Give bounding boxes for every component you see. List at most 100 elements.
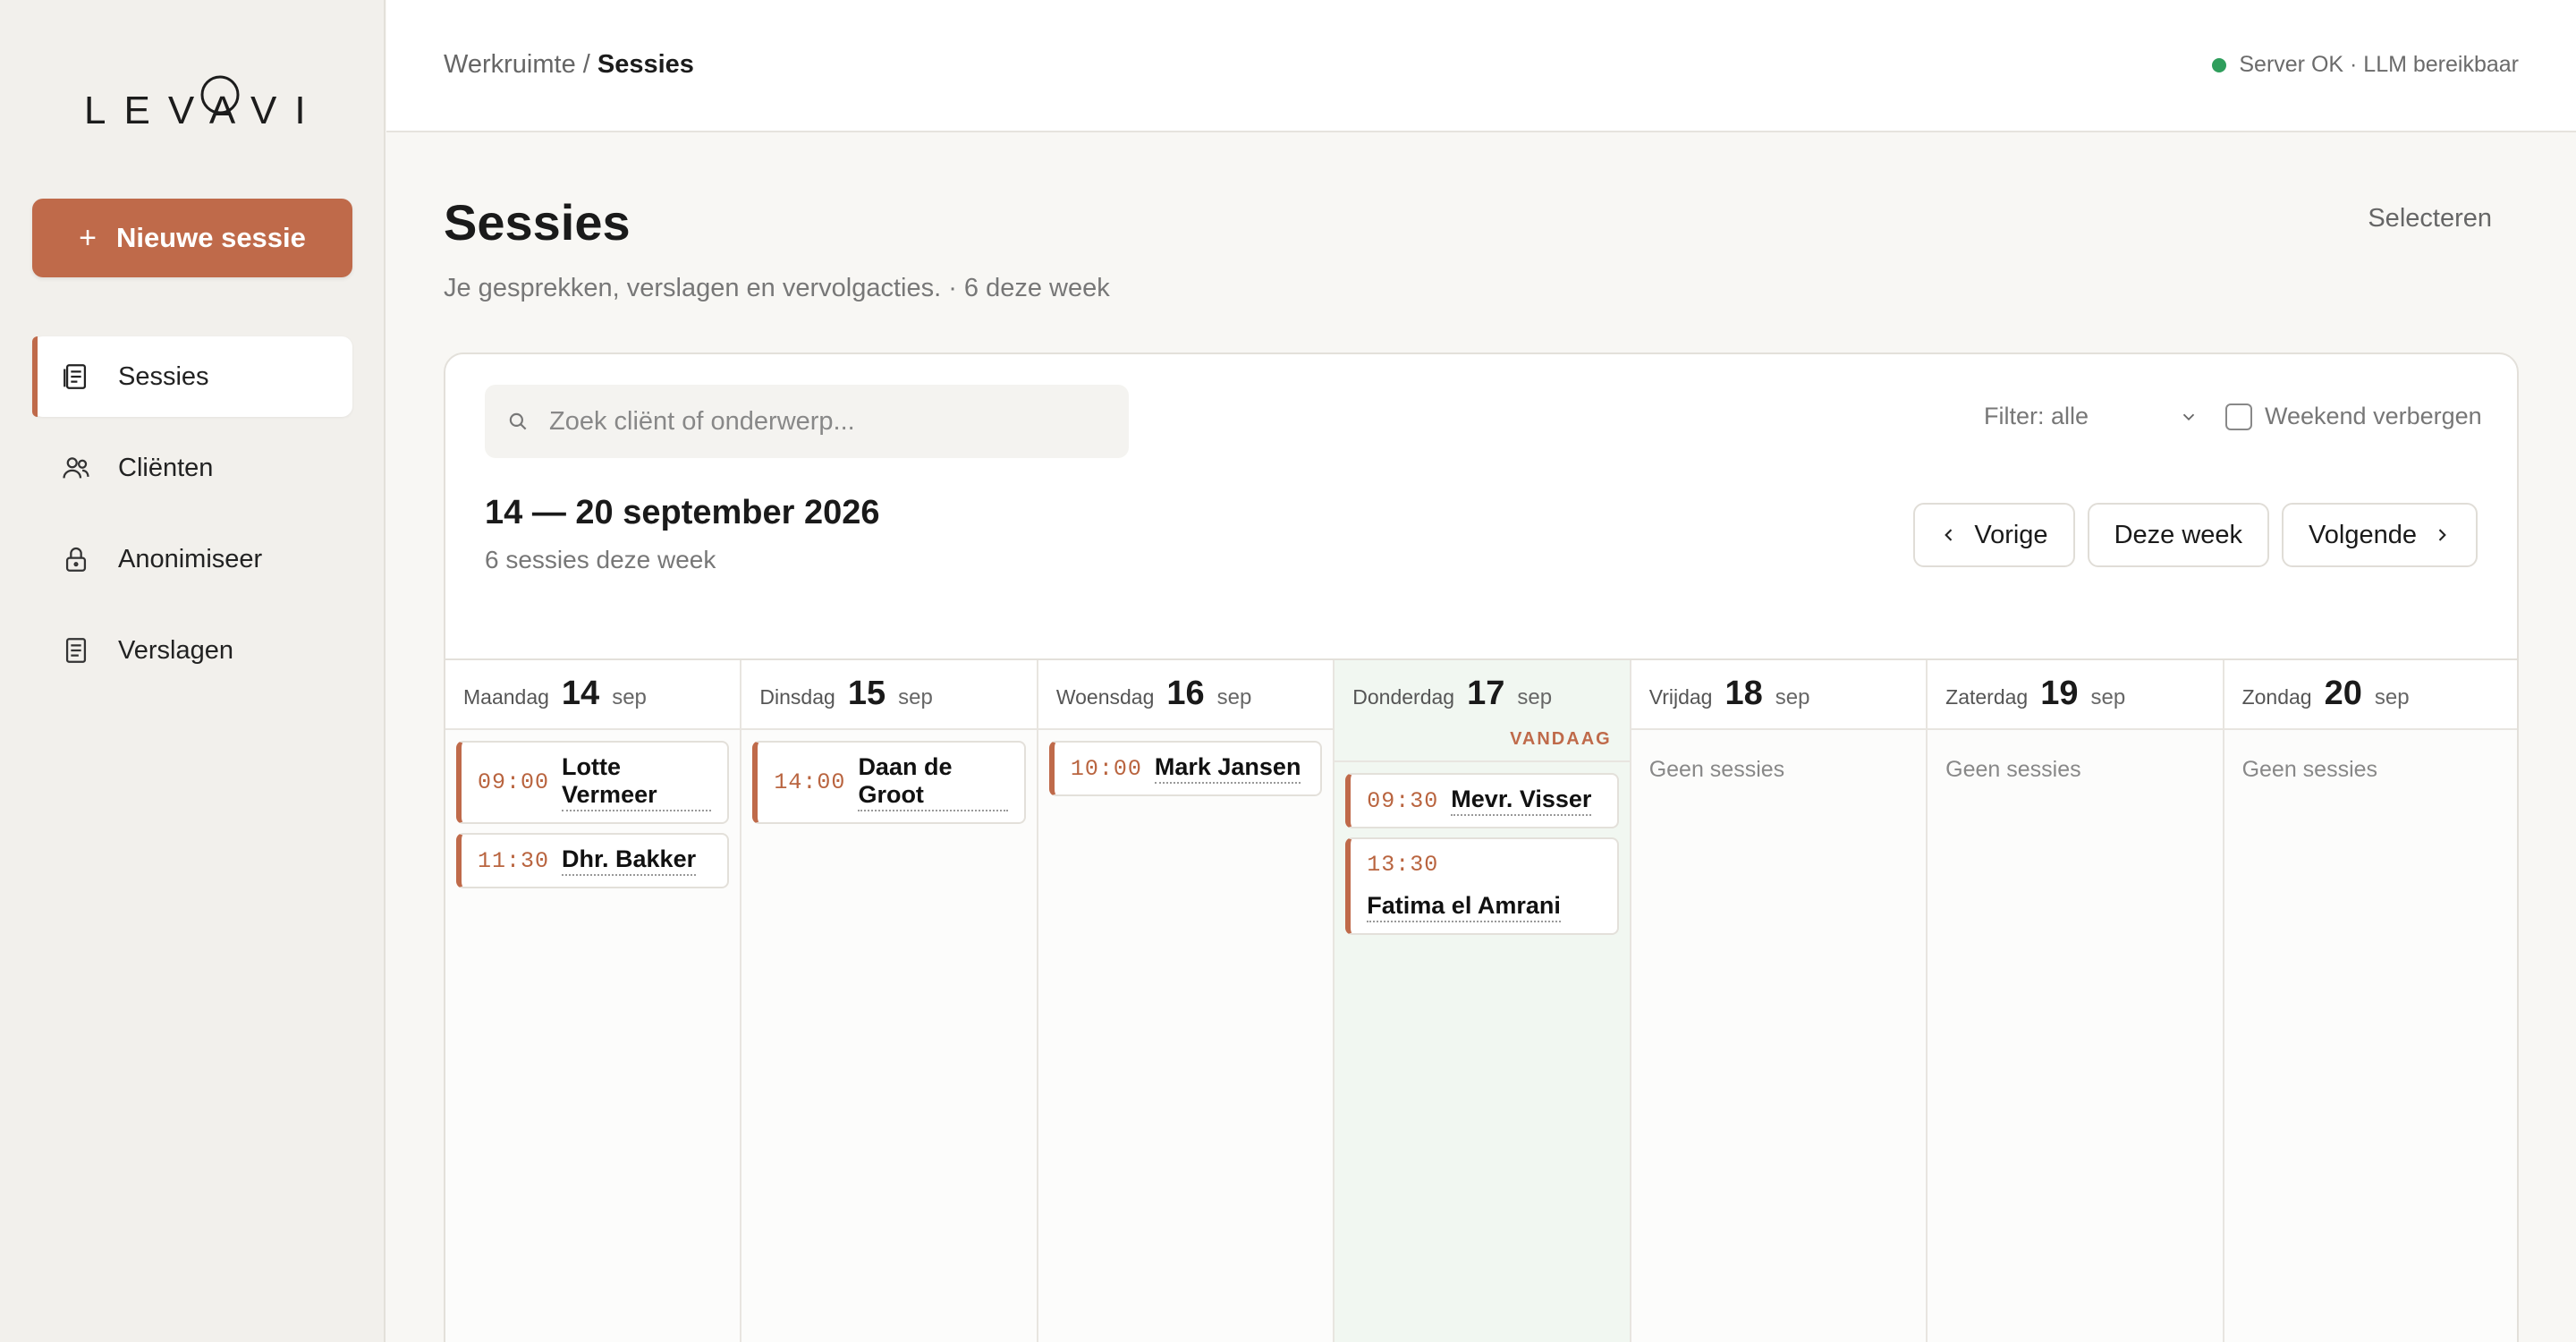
session-client[interactable]: Dhr. Bakker [562,845,697,876]
session-client[interactable]: Daan de Groot [858,753,1008,811]
day-number: 20 [2324,675,2362,712]
day-month: sep [2374,685,2410,709]
sidebar-item-label: Sessies [118,361,209,391]
session-time: 10:00 [1070,755,1142,782]
sessions-card: Filter: alle Weekend verbergen 14 — 20 s… [444,352,2519,1342]
session-card[interactable]: 14:00 Daan de Groot [752,741,1026,824]
session-card[interactable]: 10:00 Mark Jansen [1048,741,1323,796]
day-number: 19 [2040,675,2079,712]
day-column-vrijdag: Vrijdag 18 sep Geen sessies [1631,660,1928,1342]
sidebar-item-clienten[interactable]: Cliënten [32,428,352,508]
day-header: Woensdag 16 sep [1038,660,1334,730]
day-number: 16 [1166,675,1205,712]
hide-weekend-label: Weekend verbergen [2265,403,2482,429]
select-button[interactable]: Selecteren [2368,204,2492,234]
day-month: sep [2090,685,2126,709]
day-name: Woensdag [1055,685,1155,709]
day-column-zaterdag: Zaterdag 19 sep Geen sessies [1928,660,2224,1342]
breadcrumb: Werkruimte / Sessies [444,50,694,80]
server-status: Server OK · LLM bereikbaar [2212,52,2519,78]
session-card[interactable]: 13:30 Fatima el Amrani [1345,837,1619,935]
status-dot-icon [2212,57,2227,72]
sidebar-item-verslagen[interactable]: Verslagen [32,610,352,691]
today-badge: VANDAAG [1510,729,1612,749]
users-icon [61,453,91,483]
chevron-left-icon [1945,529,1953,541]
week-calendar: Maandag 14 sep 09:00 Lotte Vermeer 11:30… [445,658,2517,1342]
day-events: 09:00 Lotte Vermeer 11:30 Dhr. Bakker [445,730,740,888]
levavi-logo: LEVAVI [84,75,306,132]
day-column-woensdag: Woensdag 16 sep 10:00 Mark Jansen [1038,660,1335,1342]
day-name: Maandag [463,685,549,709]
breadcrumb-root[interactable]: Werkruimte / [444,50,590,79]
day-name: Zaterdag [1945,685,2029,709]
this-week-label: Deze week [2114,520,2243,549]
sidebar-item-anonimiseer[interactable]: Anonimiseer [32,519,352,599]
session-time: 09:30 [1367,787,1439,814]
day-number: 15 [847,675,886,712]
hide-weekend-checkbox[interactable] [2225,403,2252,430]
day-events: 14:00 Daan de Groot [741,730,1036,824]
page-title: Sessies [444,194,631,251]
session-time: 13:30 [1367,852,1439,878]
sidebar-item-label: Cliënten [118,453,214,482]
day-column-zondag: Zondag 20 sep Geen sessies [2224,660,2517,1342]
day-month: sep [898,685,933,709]
day-month: sep [612,685,647,709]
new-session-label: Nieuwe sessie [115,222,306,253]
week-range-subtitle: 6 sessies deze week [485,546,716,573]
session-card[interactable]: 09:30 Mevr. Visser [1345,773,1619,828]
previous-week-button[interactable]: Vorige [1913,503,2075,567]
day-column-maandag: Maandag 14 sep 09:00 Lotte Vermeer 11:30… [445,660,742,1342]
week-navigation: Vorige Deze week Volgende [1913,503,2478,567]
search-input[interactable] [549,406,1129,437]
session-time: 14:00 [774,769,846,795]
week-range-title: 14 — 20 september 2026 [485,494,880,531]
sidebar-nav: Sessies Cliënten Anonimiseer Verslagen [32,336,352,701]
filter-select[interactable]: Filter: alle [1984,403,2199,430]
breadcrumb-current: Sessies [597,50,694,79]
search-box[interactable] [485,385,1129,458]
svg-text:LEVAVI: LEVAVI [84,89,306,132]
day-name: Donderdag [1352,685,1455,709]
session-card[interactable]: 11:30 Dhr. Bakker [456,833,730,888]
sidebar-item-label: Verslagen [118,635,233,665]
no-sessions-text: Geen sessies [1648,757,1785,782]
day-header: Donderdag 17 sep VANDAAG [1335,660,1630,762]
day-column-donderdag: Donderdag 17 sep VANDAAG 09:30 Mevr. Vis… [1335,660,1631,1342]
day-column-dinsdag: Dinsdag 15 sep 14:00 Daan de Groot [741,660,1038,1342]
day-header: Maandag 14 sep [445,660,741,730]
plus-icon: + [79,220,97,255]
status-text: Server OK · LLM bereikbaar [2239,52,2519,77]
document-icon [61,361,91,392]
this-week-button[interactable]: Deze week [2087,503,2270,567]
day-number: 14 [561,675,600,712]
hide-weekend-toggle[interactable]: Weekend verbergen [2225,403,2482,430]
no-sessions-text: Geen sessies [1945,757,2081,782]
no-sessions-text: Geen sessies [2241,757,2378,782]
day-header: Zondag 20 sep [2224,660,2517,730]
day-header: Dinsdag 15 sep [741,660,1037,730]
day-events: 10:00 Mark Jansen [1038,730,1333,796]
page-subtitle: Je gesprekken, verslagen en vervolgactie… [444,274,1110,302]
sidebar: LEVAVI + Nieuwe sessie Sessies Cliënten … [0,0,386,1342]
topbar: Werkruimte / Sessies Server OK · LLM ber… [386,0,2576,132]
new-session-button[interactable]: + Nieuwe sessie [32,199,352,277]
chevron-right-icon [2438,529,2446,541]
day-month: sep [1775,685,1810,709]
next-week-button[interactable]: Volgende [2282,503,2478,567]
session-card[interactable]: 09:00 Lotte Vermeer [456,741,730,824]
day-name: Vrijdag [1648,685,1713,709]
filter-label: Filter: alle [1984,403,2089,429]
day-name: Dinsdag [759,685,835,709]
day-events: 09:30 Mevr. Visser 13:30 Fatima el Amran… [1335,762,1629,935]
day-month: sep [1216,685,1252,709]
day-month: sep [1517,685,1553,709]
search-icon [509,412,527,430]
session-client[interactable]: Fatima el Amrani [1367,892,1561,922]
session-client[interactable]: Lotte Vermeer [562,753,712,811]
session-client[interactable]: Mark Jansen [1154,753,1301,784]
day-name: Zondag [2241,685,2312,709]
sidebar-item-sessies[interactable]: Sessies [32,336,352,417]
session-client[interactable]: Mevr. Visser [1451,786,1592,816]
